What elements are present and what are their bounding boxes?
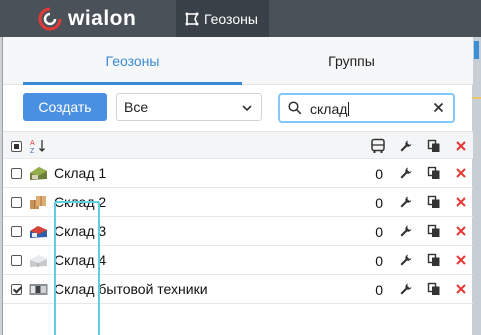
geofence-name: Склад бытовой техники: [54, 281, 208, 297]
sort-az-icon[interactable]: A Z: [30, 138, 46, 154]
geofence-name: Склад 2: [54, 194, 107, 210]
wialon-logo[interactable]: wialon: [38, 6, 136, 32]
copy-icon[interactable]: [427, 195, 441, 209]
bus-icon[interactable]: [370, 138, 386, 154]
logo-icon: [38, 7, 62, 31]
logo-text: wialon: [68, 7, 137, 30]
copy-icon[interactable]: [427, 253, 441, 267]
unit-count: 0: [375, 224, 383, 240]
warehouse-icon: [30, 226, 47, 238]
row-checkbox[interactable]: [11, 284, 22, 295]
row-checkbox[interactable]: [11, 255, 22, 266]
geofence-name: Склад 1: [54, 165, 107, 181]
list-item[interactable]: Склад 4 0: [3, 246, 473, 275]
delete-icon[interactable]: [454, 224, 468, 238]
geofence-icon: [185, 12, 199, 25]
delete-icon[interactable]: [454, 282, 468, 296]
geofence-list: A Z Склад 1 0 Склад 2 0 Склад 3 0 Склад …: [3, 131, 473, 304]
clear-search-icon[interactable]: [433, 102, 444, 113]
map-control[interactable]: [474, 41, 479, 59]
wrench-icon[interactable]: [399, 166, 413, 180]
svg-text:Z: Z: [30, 148, 35, 154]
boxes-icon: [30, 196, 46, 209]
unit-count: 0: [375, 253, 383, 269]
wrench-icon[interactable]: [399, 224, 413, 238]
active-tab-indicator: [23, 82, 242, 85]
copy-icon[interactable]: [427, 166, 441, 180]
warehouse-icon: [30, 167, 47, 180]
delete-icon[interactable]: [454, 166, 468, 180]
module-geofences-tab[interactable]: Геозоны: [176, 0, 269, 37]
unit-count: 0: [375, 166, 383, 182]
wrench-icon[interactable]: [399, 253, 413, 267]
list-item[interactable]: Склад бытовой техники 0: [3, 275, 473, 304]
row-checkbox[interactable]: [11, 226, 22, 237]
geofence-name: Склад 4: [54, 252, 107, 268]
map-edge[interactable]: [472, 37, 481, 335]
wrench-icon[interactable]: [399, 195, 413, 209]
geofences-panel: Геозоны Группы Создать Все склад A Z Скл…: [2, 37, 473, 335]
copy-icon[interactable]: [427, 282, 441, 296]
module-label: Геозоны: [204, 10, 258, 27]
tab-bar: Геозоны Группы: [3, 37, 473, 85]
list-item[interactable]: Склад 2 0: [3, 188, 473, 217]
appliances-icon: [29, 284, 48, 295]
create-button[interactable]: Создать: [23, 93, 107, 121]
delete-icon[interactable]: [454, 195, 468, 209]
list-item[interactable]: Склад 1 0: [3, 159, 473, 188]
unit-count: 0: [375, 195, 383, 211]
map-road: [472, 97, 481, 99]
row-checkbox[interactable]: [11, 197, 22, 208]
wrench-icon[interactable]: [399, 139, 413, 153]
filter-select-value: Все: [124, 99, 149, 115]
delete-icon[interactable]: [454, 253, 468, 267]
copy-icon[interactable]: [427, 224, 441, 238]
tab-groups[interactable]: Группы: [242, 37, 461, 85]
wrench-icon[interactable]: [399, 282, 413, 296]
geofence-name: Склад 3: [54, 223, 107, 239]
list-header: A Z: [3, 131, 473, 159]
delete-icon[interactable]: [454, 139, 468, 153]
search-input[interactable]: склад: [278, 93, 455, 123]
svg-text:A: A: [30, 140, 35, 147]
search-icon: [288, 101, 302, 115]
select-all-checkbox[interactable]: [11, 141, 22, 152]
copy-icon[interactable]: [427, 139, 441, 153]
filter-select[interactable]: Все: [116, 93, 262, 121]
row-checkbox[interactable]: [11, 168, 22, 179]
search-input-value: склад: [310, 101, 350, 117]
tab-geofences[interactable]: Геозоны: [23, 37, 242, 85]
chevron-down-icon: [242, 105, 252, 112]
warehouse-icon: [30, 255, 47, 267]
unit-count: 0: [375, 282, 383, 298]
list-item[interactable]: Склад 3 0: [3, 217, 473, 246]
top-bar: wialon Геозоны: [0, 0, 481, 37]
